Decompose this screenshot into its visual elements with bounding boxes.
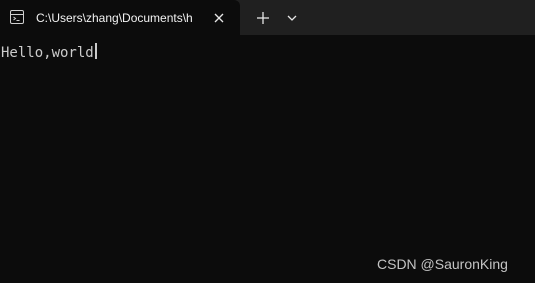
output-text: Hello,world [1, 45, 94, 61]
watermark: CSDN @SauronKing [377, 256, 508, 272]
terminal-content[interactable]: Hello,world [0, 35, 535, 283]
chevron-down-icon[interactable] [282, 7, 302, 29]
plus-icon[interactable] [252, 7, 274, 29]
terminal-icon [10, 10, 24, 24]
close-icon[interactable] [209, 8, 229, 28]
terminal-window: C:\Users\zhang\Documents\h Hello,world C… [0, 0, 535, 283]
tab-active[interactable]: C:\Users\zhang\Documents\h [0, 0, 240, 35]
text-cursor [94, 43, 97, 59]
tab-bar: C:\Users\zhang\Documents\h [0, 0, 535, 35]
output-line: Hello,world [1, 43, 97, 61]
tab-title: C:\Users\zhang\Documents\h [36, 11, 193, 25]
